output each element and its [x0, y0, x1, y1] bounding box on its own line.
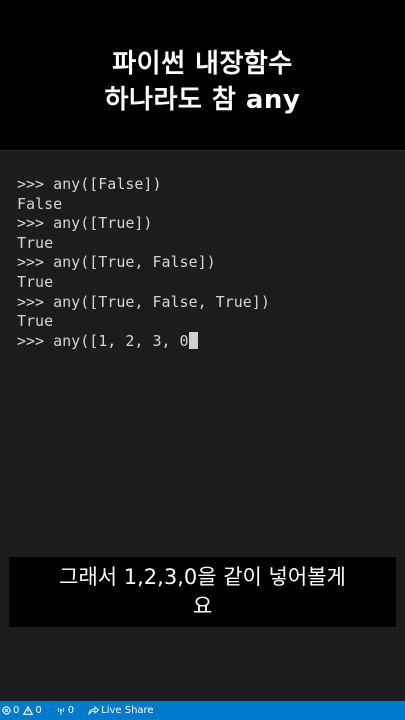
terminal-line: >>> any([True, False]) [17, 253, 216, 272]
warning-icon [23, 706, 34, 715]
terminal-line: False [17, 194, 63, 213]
broadcast-icon [57, 707, 64, 715]
terminal-output: >>> any([False]) False >>> any([True]) T… [17, 175, 270, 351]
live-share-icon [88, 706, 100, 715]
terminal-line: >>> any([True]) [17, 214, 153, 233]
problems-indicator[interactable]: 0 0 [2, 701, 42, 720]
terminal-input-line[interactable]: >>> any([1, 2, 3, 0 [17, 331, 270, 352]
headline-line-2: 하나라도 참 any [104, 85, 301, 115]
live-share-label: Live Share [101, 705, 154, 716]
terminal-line: >>> any([False]) [17, 175, 162, 193]
terminal-line: True [17, 272, 54, 291]
text-cursor [188, 331, 198, 349]
headline: 파이썬 내장함수 하나라도 참 any [0, 46, 405, 118]
video-frame: 파이썬 내장함수 하나라도 참 any >>> any([False]) Fal… [0, 0, 405, 720]
caption-line-1: 그래서 1,2,3,0을 같이 넣어볼게 [59, 565, 346, 589]
ports-indicator[interactable]: 0 [56, 701, 74, 720]
error-icon [2, 706, 11, 715]
terminal-line: >>> any([True, False, True]) [17, 292, 270, 311]
status-bar: 0 0 0 Live Share [0, 701, 405, 720]
terminal-line: True [17, 312, 54, 331]
warning-count: 0 [35, 705, 42, 716]
terminal-line: True [17, 233, 54, 252]
caption-line-2: 요 [192, 594, 213, 618]
title-band: 파이썬 내장함수 하나라도 참 any [0, 0, 405, 150]
caption-box: 그래서 1,2,3,0을 같이 넣어볼게 요 [9, 557, 396, 627]
live-share-button[interactable]: Live Share [88, 701, 154, 720]
error-count: 0 [13, 705, 20, 716]
headline-line-1: 파이썬 내장함수 [112, 49, 293, 79]
ports-count: 0 [67, 705, 75, 716]
